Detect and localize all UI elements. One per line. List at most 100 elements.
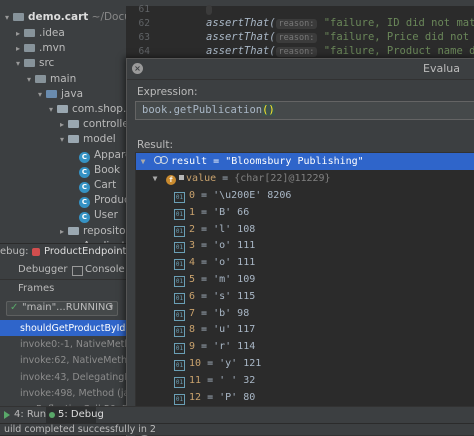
tree-item[interactable]: C Book <box>68 162 120 178</box>
char-index: 10 <box>189 358 202 369</box>
tree-item[interactable]: ▸ .idea <box>13 25 65 41</box>
tree-item[interactable]: CApparel <box>68 147 126 163</box>
code-line: assertThat(reason: "failure, ID did not … <box>206 17 474 29</box>
param-hint <box>206 5 212 15</box>
char-element-row[interactable]: 01 7 = 'b' 98 <box>136 305 474 322</box>
project-toolbar <box>0 0 126 8</box>
primitive-icon: 01 <box>174 276 185 287</box>
char-value: 'o' 111 <box>213 257 256 269</box>
value-row[interactable]: ▼ f value = {char[22]@11229} <box>136 170 474 187</box>
char-element-row[interactable]: 01 12 = 'P' 80 <box>136 389 474 406</box>
tree-item[interactable]: ▾ src <box>13 55 54 71</box>
param-hint: reason: <box>275 33 318 43</box>
tree-item[interactable]: ▾ com.shop.demo <box>46 101 126 117</box>
frames-header: Frames <box>0 280 126 298</box>
primitive-icon: 01 <box>174 309 185 321</box>
char-index: 11 <box>189 374 202 386</box>
chevron-down-icon[interactable]: ▾ <box>13 56 23 72</box>
status-bar: uild completed successfully in 2 <box>0 423 474 435</box>
folder-icon <box>24 59 35 68</box>
tree-item[interactable]: ▾ model <box>57 131 116 147</box>
char-element-row[interactable]: 01 9 = 'r' 114 <box>136 338 474 355</box>
close-icon[interactable]: × <box>132 63 143 74</box>
tree-item[interactable]: C Cart <box>68 177 116 193</box>
char-value: 'b' 98 <box>213 307 250 319</box>
debug-config-tab[interactable]: ProductEndpointsTe <box>44 244 126 260</box>
evaluate-dialog: × Evalua Expression: book.getPublication… <box>126 58 474 436</box>
char-element-row[interactable]: 01 11 = ' ' 32 <box>136 372 474 389</box>
char-element-row[interactable]: 01 0 = '\u200E' 8206 <box>136 187 474 204</box>
char-element-row[interactable]: 01 6 = 's' 115 <box>136 288 474 305</box>
project-root[interactable]: ▾ demo.cart ~/Documents/w <box>2 9 126 25</box>
char-element-row[interactable]: 01 5 = 'm' 109 <box>136 271 474 288</box>
chevron-down-icon[interactable]: ▾ <box>35 87 45 103</box>
char-element-row[interactable]: 01 4 = 'o' 111 <box>136 254 474 271</box>
stack-frame[interactable]: invoke:498, Method (java.la <box>0 384 126 402</box>
tree-item[interactable]: ▸repository <box>57 223 126 239</box>
char-element-row[interactable]: 01 3 = 'o' 111 <box>136 237 474 254</box>
tree-item-label: java <box>61 87 83 100</box>
char-index: 3 <box>189 240 196 252</box>
tree-item-label: User <box>94 209 118 222</box>
chevron-down-icon[interactable]: ▾ <box>57 132 67 148</box>
char-index: 12 <box>189 391 202 403</box>
tab-debug[interactable]: 5: Debug <box>58 407 104 423</box>
char-element-row[interactable]: 01 10 = 'y' 121 <box>136 355 474 372</box>
package-icon <box>68 135 79 144</box>
thread-selector[interactable]: ✓ "main"...RUNNING ▾ <box>0 299 126 319</box>
expression-input[interactable]: book.getPublication() <box>135 101 474 120</box>
chevron-down-icon[interactable]: ▼ <box>138 153 148 170</box>
thread-name: "main"...RUNNING <box>22 302 114 313</box>
tree-item[interactable]: C User <box>68 207 118 224</box>
stack-frame[interactable]: invoke:43, DelegatingMetho <box>0 368 126 386</box>
stack-frame[interactable]: invoke:62, NativeMethodAc <box>0 352 126 370</box>
code-line: assertThat(reason: "failure, Product nam… <box>206 45 474 57</box>
char-element-row[interactable]: 01 1 = 'B' 66 <box>136 204 474 221</box>
tree-item[interactable]: ▸controller <box>57 116 126 132</box>
param-hint: reason: <box>275 47 318 57</box>
primitive-icon: 01 <box>174 393 185 405</box>
primitive-icon: 01 <box>174 326 185 338</box>
string-literal: "failure, Price did not match" <box>323 31 474 43</box>
stack-frame[interactable]: invoke0:-1, NativeMethodA <box>0 336 126 354</box>
tree-item[interactable]: CProduct <box>68 192 126 209</box>
debugger-tabs: Debugger Console <box>0 261 126 280</box>
junit-icon <box>32 248 40 256</box>
char-index: 8 <box>189 324 196 336</box>
line-number: 62 <box>138 18 150 29</box>
code-editor[interactable]: 61 62 assertThat(reason: "failure, ID did … <box>126 0 474 60</box>
result-row[interactable]: ▼ result = "Bloomsbury Publishing" <box>136 153 474 170</box>
primitive-icon: 01 <box>174 259 185 271</box>
stack-frame[interactable]: shouldGetProductById:67, <box>0 320 126 337</box>
chevron-down-icon[interactable]: ▾ <box>24 72 34 88</box>
chevron-down-icon: ▾ <box>109 302 114 311</box>
chevron-down-icon[interactable]: ▾ <box>2 10 12 26</box>
char-value: 'o' 111 <box>213 240 256 252</box>
char-value: 'u' 117 <box>213 324 256 336</box>
char-element-row[interactable]: 01 2 = 'l' 108 <box>136 221 474 238</box>
tree-item[interactable]: ▸ .mvn <box>13 40 65 56</box>
package-icon <box>57 105 68 113</box>
primitive-icon: 01 <box>174 343 185 355</box>
chevron-down-icon[interactable]: ▾ <box>46 102 56 118</box>
primitive-icon: 01 <box>174 192 185 203</box>
value-ref: {char[22]@11229} <box>234 173 331 184</box>
result-tree[interactable]: ▼ result = "Bloomsbury Publishing" ▼ f va… <box>135 152 474 436</box>
field-icon: f <box>166 175 177 185</box>
tree-item-label: .mvn <box>39 42 66 55</box>
char-index: 5 <box>189 274 196 285</box>
tab-run[interactable]: 4: Run <box>14 407 46 423</box>
tab-console[interactable]: Console <box>85 262 125 278</box>
project-panel: ▾demo.cart ~/Documents/w ▸.idea▸.mvn▾src… <box>0 0 126 435</box>
package-icon <box>68 120 79 129</box>
tab-debugger[interactable]: Debugger <box>18 262 68 278</box>
tree-item[interactable]: ▾ main <box>24 71 76 87</box>
chevron-down-icon[interactable]: ▼ <box>150 170 160 187</box>
package-icon <box>68 226 79 235</box>
tree-item[interactable]: ▾ java <box>35 86 83 102</box>
char-value: '\u200E' 8206 <box>213 190 292 201</box>
dialog-titlebar[interactable]: × Evalua <box>127 59 474 80</box>
expression-parens: () <box>262 104 275 116</box>
char-value: 'm' 109 <box>213 274 256 285</box>
char-element-row[interactable]: 01 8 = 'u' 117 <box>136 321 474 338</box>
